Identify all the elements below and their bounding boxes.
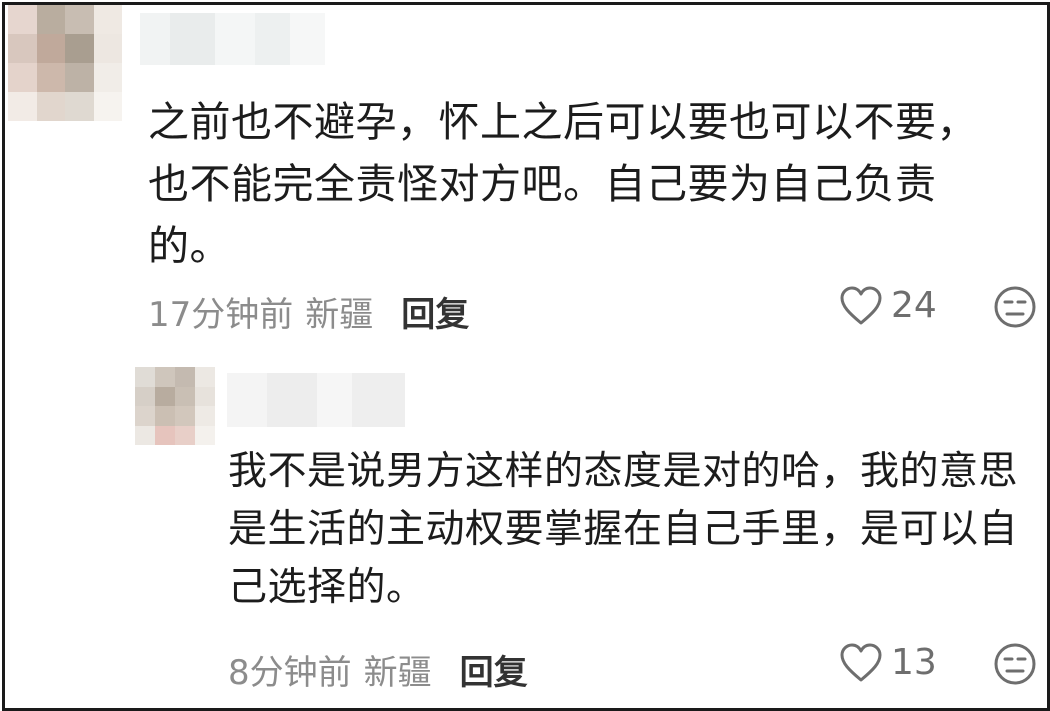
avatar-pixel <box>36 63 65 92</box>
comment-location: 新疆 <box>363 653 432 693</box>
avatar-pixel <box>8 92 37 121</box>
comment-screenshot-frame: 之前也不避孕，怀上之后可以要也可以不要，也不能完全责怪对方吧。自己要为自己负责的… <box>2 2 1050 711</box>
username-blurred[interactable] <box>227 373 405 427</box>
comment-time: 17分钟前 <box>148 295 294 335</box>
avatar-pixel <box>175 367 195 387</box>
reply-button[interactable]: 回复 <box>401 287 469 336</box>
avatar-pixel <box>175 406 195 426</box>
comment-location: 新疆 <box>305 295 374 335</box>
avatar-pixel <box>65 34 94 63</box>
comment-meta: 17分钟前 新疆 回复 <box>148 287 469 336</box>
avatar-pixel <box>8 5 37 34</box>
avatar-pixel <box>155 367 175 387</box>
comment-time: 8分钟前 <box>228 653 352 693</box>
avatar-pixel <box>93 34 122 63</box>
avatar-pixel <box>135 367 155 387</box>
avatar-pixel <box>93 92 122 121</box>
avatar[interactable] <box>8 5 122 121</box>
avatar-pixel <box>195 386 215 406</box>
like-button[interactable]: 24 <box>839 285 937 326</box>
avatar-pixel <box>36 92 65 121</box>
dislike-button[interactable] <box>993 285 1037 333</box>
avatar-pixel <box>65 5 94 34</box>
avatar-pixel <box>155 386 175 406</box>
avatar-pixel <box>36 34 65 63</box>
dislike-button[interactable] <box>993 642 1037 690</box>
avatar-pixel <box>195 367 215 387</box>
avatar-pixel <box>65 92 94 121</box>
avatar-pixel <box>195 425 215 445</box>
avatar-pixel <box>175 386 195 406</box>
avatar-pixel <box>195 406 215 426</box>
like-button[interactable]: 13 <box>839 642 937 683</box>
avatar[interactable] <box>135 367 215 445</box>
avatar-pixel <box>8 63 37 92</box>
avatar-pixel <box>36 5 65 34</box>
avatar-pixel <box>135 425 155 445</box>
avatar-pixel <box>93 63 122 92</box>
neutral-face-icon <box>994 643 1036 685</box>
comment-meta: 8分钟前 新疆 回复 <box>228 645 528 694</box>
comment-text: 之前也不避孕，怀上之后可以要也可以不要，也不能完全责怪对方吧。自己要为自己负责的… <box>148 98 978 270</box>
avatar-pixel <box>175 425 195 445</box>
heart-outline-icon <box>840 643 882 681</box>
avatar-pixel <box>135 386 155 406</box>
neutral-face-icon <box>994 286 1036 328</box>
reply-button[interactable]: 回复 <box>460 645 528 694</box>
like-count: 13 <box>891 642 937 683</box>
avatar-pixel <box>135 406 155 426</box>
avatar-pixel <box>93 5 122 34</box>
heart-outline-icon <box>840 286 882 324</box>
like-count: 24 <box>891 285 937 326</box>
comment-text: 我不是说男方这样的态度是对的哈，我的意思是生活的主动权要掌握在自己手里，是可以自… <box>228 449 1019 610</box>
username-blurred[interactable] <box>140 13 325 65</box>
avatar-pixel <box>155 425 175 445</box>
avatar-pixel <box>8 34 37 63</box>
avatar-pixel <box>155 406 175 426</box>
avatar-pixel <box>65 63 94 92</box>
